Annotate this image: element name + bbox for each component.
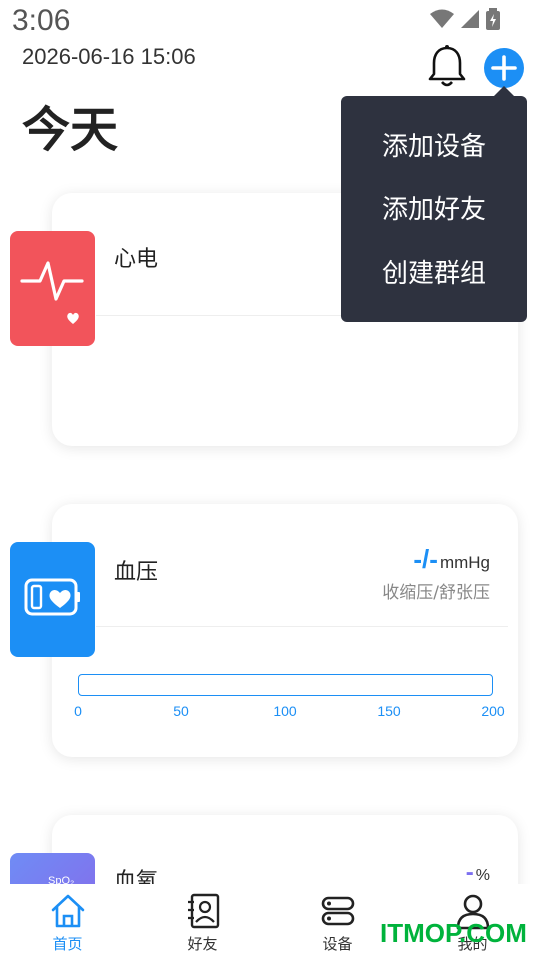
tab-friends[interactable]: 好友 [135, 884, 270, 960]
tab-home-label: 首页 [52, 935, 83, 953]
status-icons [430, 8, 500, 30]
page-title: 今天 [22, 102, 119, 158]
bp-reading: -/- mmHg [413, 544, 490, 575]
signal-icon [461, 10, 479, 28]
wifi-icon [430, 9, 454, 28]
blood-pressure-icon [24, 578, 80, 616]
device-icon [321, 896, 354, 926]
scale-tick: 150 [377, 703, 401, 719]
tab-home[interactable]: 首页 [0, 884, 135, 960]
status-bar: 3:06 [0, 0, 540, 44]
home-icon [51, 894, 84, 928]
contacts-icon [187, 893, 219, 929]
plus-icon [491, 55, 517, 81]
status-time: 3:06 [12, 4, 71, 37]
notification-button[interactable] [426, 44, 468, 90]
heart-rate-icon [20, 261, 84, 324]
bell-icon [428, 45, 466, 87]
bp-card[interactable]: 血压 -/- mmHg 收缩压/舒张压 0 50 100 150 200 [52, 504, 518, 757]
menu-item-add-device[interactable]: 添加设备 [341, 126, 527, 163]
add-button[interactable] [484, 48, 524, 88]
menu-item-add-friend[interactable]: 添加好友 [341, 189, 527, 226]
current-datetime: 2026-06-16 15:06 [22, 44, 196, 69]
scale-tick: 0 [74, 703, 82, 719]
bp-value: -/- [413, 544, 438, 574]
spo2-reading: - % [466, 859, 490, 887]
spo2-unit: % [475, 867, 490, 884]
bp-subtitle: 收缩压/舒张压 [382, 583, 490, 603]
tab-friends-label: 好友 [187, 935, 218, 953]
watermark: ITMOP.COM [380, 918, 527, 948]
bp-card-icon [10, 542, 95, 657]
bp-unit: mmHg [439, 553, 490, 572]
scale-tick: 50 [173, 703, 189, 719]
bp-title: 血压 [114, 560, 159, 585]
scale-tick: 100 [273, 703, 297, 719]
menu-item-create-group[interactable]: 创建群组 [341, 253, 527, 290]
scale-tick: 200 [481, 703, 505, 719]
ecg-title: 心电 [114, 247, 159, 272]
battery-icon [486, 8, 500, 30]
spo2-value: - [465, 859, 474, 886]
add-menu: 添加设备 添加好友 创建群组 [341, 96, 527, 322]
bp-scale-bar [78, 674, 493, 696]
card-divider [96, 626, 508, 627]
ecg-card-icon [10, 231, 95, 346]
